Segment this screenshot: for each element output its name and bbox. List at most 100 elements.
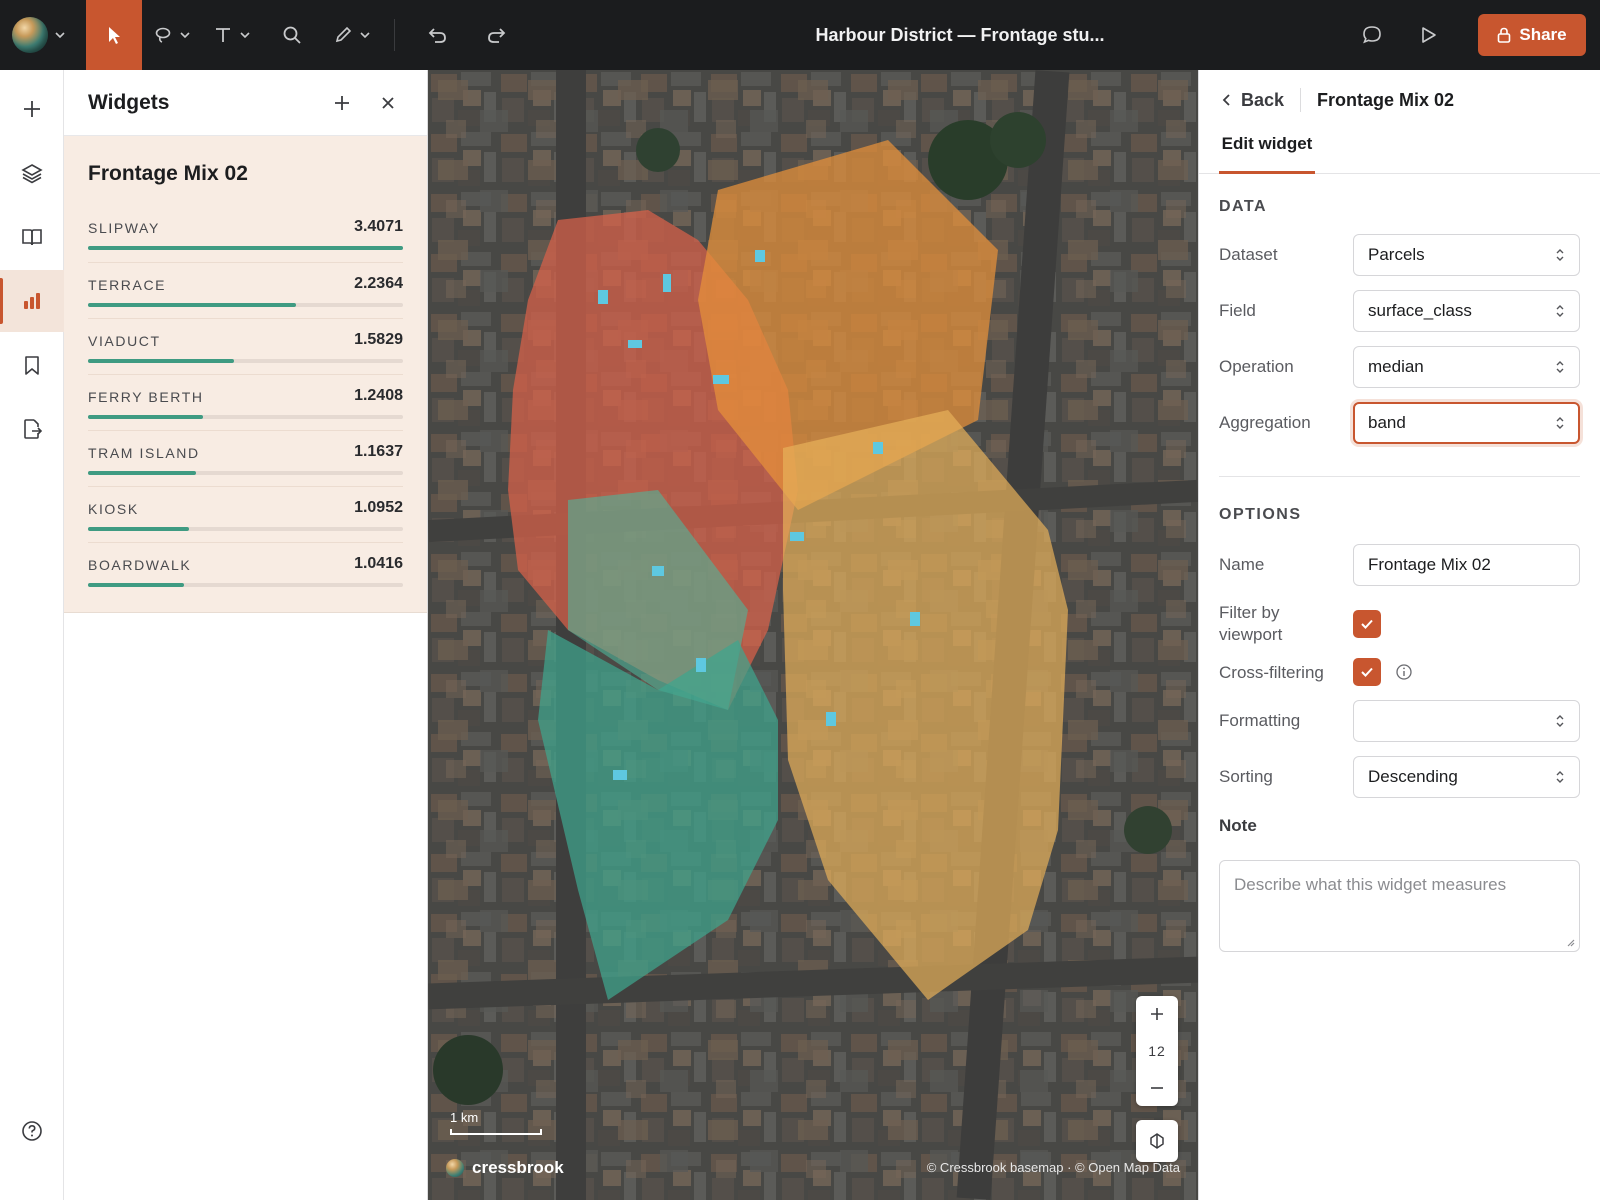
pen-tool-button[interactable]	[322, 0, 382, 70]
map-marker[interactable]	[826, 712, 836, 726]
rail-help-button[interactable]	[0, 1100, 64, 1162]
tab-edit-widget[interactable]: Edit widget	[1219, 126, 1315, 174]
category-list: SLIPWAY 3.4071 TERRACE 2.2364 VIADUCT 1.5829 F…	[88, 206, 403, 598]
note-textarea[interactable]: Describe what this widget measures	[1219, 860, 1580, 952]
rail-add-button[interactable]	[0, 78, 64, 140]
lasso-tool-button[interactable]	[142, 0, 202, 70]
search-tool-button[interactable]	[262, 0, 322, 70]
chart-icon	[24, 293, 40, 309]
aggregation-value: band	[1368, 413, 1406, 432]
category-value: 2.2364	[354, 275, 403, 292]
widget-title: Frontage Mix 02	[88, 162, 248, 185]
operation-select[interactable]: median	[1353, 346, 1580, 388]
close-panel-button[interactable]	[373, 88, 403, 118]
app-menu-button[interactable]	[0, 0, 86, 70]
filter-viewport-label: Filter by viewport	[1219, 603, 1283, 644]
lasso-icon	[155, 27, 171, 43]
lock-icon	[1498, 27, 1511, 43]
sorting-select[interactable]: Descending	[1353, 756, 1580, 798]
map-marker[interactable]	[910, 612, 920, 626]
map-marker[interactable]	[663, 274, 671, 292]
chevron-down-icon	[180, 32, 190, 39]
chevron-down-icon	[55, 32, 65, 39]
rail-stories-button[interactable]	[0, 206, 64, 268]
edit-panel-header: Back Frontage Mix 02	[1221, 88, 1454, 112]
add-widget-button[interactable]	[327, 88, 357, 118]
document-title[interactable]: Harbour District — Frontage stu...	[700, 0, 1220, 70]
rail-widgets-button[interactable]	[0, 270, 64, 332]
zoom-out-button[interactable]	[1136, 1070, 1178, 1106]
map-canvas[interactable]: 12 1 km cressbrook © Cressbrook basemap …	[428, 70, 1198, 1200]
map-marker[interactable]	[613, 770, 627, 780]
chevron-left-icon	[1222, 94, 1230, 106]
aggregation-label: Aggregation	[1219, 413, 1311, 432]
redo-button[interactable]	[467, 0, 527, 70]
category-value: 3.4071	[354, 218, 403, 235]
map-marker[interactable]	[652, 566, 664, 576]
filter-viewport-row: Filter by viewport	[1219, 600, 1580, 648]
widgets-panel-header: Widgets	[64, 70, 427, 136]
category-row[interactable]: TRAM ISLAND 1.1637	[88, 430, 403, 486]
operation-label: Operation	[1219, 357, 1294, 376]
comments-button[interactable]	[1344, 0, 1400, 70]
category-row[interactable]: BOARDWALK 1.0416	[88, 542, 403, 598]
map-marker[interactable]	[713, 375, 729, 384]
edit-widget-panel: Back Frontage Mix 02 Edit widget DATA Da…	[1198, 70, 1600, 1200]
category-row[interactable]: SLIPWAY 3.4071	[88, 206, 403, 262]
brand-logo-icon	[446, 1159, 464, 1177]
back-button[interactable]: Back	[1221, 90, 1284, 111]
cross-filtering-checkbox[interactable]	[1353, 658, 1381, 686]
map-marker[interactable]	[873, 442, 883, 454]
formatting-select[interactable]	[1353, 700, 1580, 742]
category-bar-track	[88, 527, 403, 531]
rail-bookmarks-button[interactable]	[0, 334, 64, 396]
plus-icon	[335, 95, 349, 110]
rail-export-button[interactable]	[0, 398, 64, 460]
map-marker[interactable]	[598, 290, 608, 304]
edit-panel-tabs: Edit widget	[1199, 126, 1600, 174]
map-basemap	[428, 70, 1198, 1200]
minus-icon	[1151, 1087, 1163, 1089]
map-marker[interactable]	[628, 340, 642, 348]
category-row[interactable]: FERRY BERTH 1.2408	[88, 374, 403, 430]
widgets-panel: Widgets Frontage Mix 02 SLIPWAY 3.4071 TER…	[64, 70, 428, 1200]
widget-card[interactable]: Frontage Mix 02 SLIPWAY 3.4071 TERRACE 2.23…	[64, 136, 427, 613]
share-button[interactable]: Share	[1478, 14, 1586, 56]
present-button[interactable]	[1400, 0, 1456, 70]
category-row[interactable]: TERRACE 2.2364	[88, 262, 403, 318]
cross-filtering-row: Cross-filtering	[1219, 652, 1580, 694]
name-input[interactable]: Frontage Mix 02	[1353, 544, 1580, 586]
dataset-row: Dataset Parcels	[1219, 234, 1580, 276]
name-row: Name Frontage Mix 02	[1219, 544, 1580, 586]
zoom-in-button[interactable]	[1136, 996, 1178, 1032]
map-marker[interactable]	[790, 532, 804, 541]
operation-value: median	[1368, 357, 1424, 376]
resize-grip-icon[interactable]	[1565, 937, 1575, 947]
map-marker[interactable]	[755, 250, 765, 262]
aggregation-select[interactable]: band	[1353, 402, 1580, 444]
pointer-tool-button[interactable]	[86, 0, 142, 70]
map-marker[interactable]	[696, 658, 706, 672]
header-divider	[1300, 88, 1302, 112]
field-select[interactable]: surface_class	[1353, 290, 1580, 332]
checkmark-icon	[1361, 667, 1373, 677]
map-attribution[interactable]: © Cressbrook basemap · © Open Map Data	[927, 1160, 1180, 1175]
category-row[interactable]: VIADUCT 1.5829	[88, 318, 403, 374]
widgets-panel-title: Widgets	[88, 90, 170, 114]
toolbar-right-group: Share	[1344, 0, 1586, 70]
book-icon	[22, 229, 42, 246]
dataset-value: Parcels	[1368, 245, 1425, 264]
category-label: TRAM ISLAND	[88, 445, 200, 461]
edit-panel-title: Frontage Mix 02	[1317, 89, 1455, 110]
filter-viewport-checkbox[interactable]	[1353, 610, 1381, 638]
dataset-select[interactable]: Parcels	[1353, 234, 1580, 276]
info-icon[interactable]	[1395, 663, 1413, 681]
rail-layers-button[interactable]	[0, 142, 64, 204]
compass-button[interactable]	[1136, 1120, 1178, 1162]
category-row[interactable]: KIOSK 1.0952	[88, 486, 403, 542]
text-tool-button[interactable]	[202, 0, 262, 70]
undo-button[interactable]	[407, 0, 467, 70]
share-label: Share	[1519, 25, 1567, 44]
category-bar-track	[88, 583, 403, 587]
category-bar-track	[88, 303, 403, 307]
